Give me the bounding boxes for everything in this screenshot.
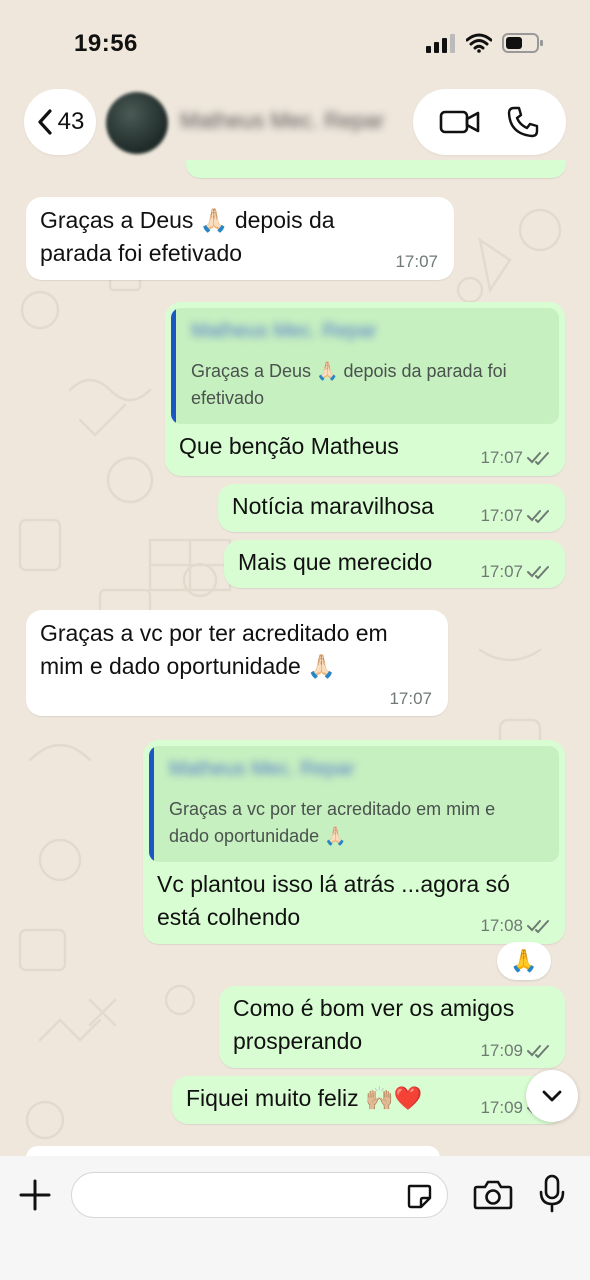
message-text: Mais que merecido [238,549,433,575]
message-text: Como é bom ver os amigos prosperando [233,995,515,1054]
quoted-text: Graças a Deus 🙏🏻 depois da parada foi ef… [191,361,507,408]
message-bubble-outgoing[interactable]: Matheus Mec. Repar Graças a Deus 🙏🏻 depo… [165,302,565,476]
avatar[interactable] [106,92,168,154]
quoted-sender: Matheus Mec. Repar [191,320,377,342]
message-reaction[interactable]: 🙏 [497,942,551,980]
quoted-message[interactable]: Matheus Mec. Repar Graças a Deus 🙏🏻 depo… [171,308,559,424]
message-text: Que benção Matheus [179,433,399,459]
status-icons [426,32,544,54]
message-time: 17:07 [480,506,551,526]
message-time: 17:08 [480,916,551,936]
message-bubble-outgoing[interactable]: Notícia maravilhosa 17:07 [218,484,565,532]
message-bubble-incoming[interactable]: Graças a Deus 🙏🏻 depois da parada foi ef… [26,197,454,280]
message-time: 17:07 [395,252,438,271]
battery-icon [502,33,543,53]
message-bubble-incoming[interactable]: Graças a vc por ter acreditado em mim e … [26,610,448,716]
message-time: 17:09 [480,1041,551,1061]
scroll-to-bottom-button[interactable] [526,1070,578,1122]
contact-name[interactable]: Matheus Mec. Repar [180,108,384,134]
phone-icon[interactable] [506,105,540,139]
unread-count: 43 [57,108,85,135]
composer-bar [0,1156,590,1280]
quoted-sender: Matheus Mec. Repar [169,758,355,780]
camera-icon[interactable] [473,1178,513,1212]
message-time: 17:07 [389,689,432,708]
chevron-down-icon [542,1090,562,1102]
message-text: Notícia maravilhosa [232,493,434,519]
quoted-text: Graças a vc por ter acreditado em mim e … [169,799,496,846]
message-bubble-outgoing[interactable]: Mais que merecido 17:07 [224,540,565,588]
message-bubble-outgoing[interactable]: Fiquei muito feliz 🙌🏼❤️ 17:09 [172,1076,565,1124]
message-text: Graças a Deus 🙏🏻 depois da parada foi ef… [40,207,335,266]
chat-screen: 19:56 43 Matheus Mec. Repar Graças a Deu… [0,0,590,1280]
read-receipt-icon [527,566,549,579]
read-receipt-icon [527,920,549,933]
microphone-icon[interactable] [538,1174,566,1214]
status-time: 19:56 [74,30,138,57]
message-time: 17:07 [480,562,551,582]
read-receipt-icon [527,452,549,465]
message-bubble-outgoing[interactable]: Como é bom ver os amigos prosperando 17:… [219,986,565,1068]
message-text: Vc plantou isso lá atrás ...agora só est… [157,871,510,930]
signal-icon [426,34,455,53]
wifi-icon [466,33,492,53]
chevron-left-icon [38,109,52,135]
quoted-message[interactable]: Matheus Mec. Repar Graças a vc por ter a… [149,746,559,862]
quote-accent-bar [149,746,154,862]
message-bubble-partial [186,160,566,178]
video-call-icon[interactable] [439,107,481,137]
read-receipt-icon [527,510,549,523]
call-actions [413,89,566,155]
message-text: Fiquei muito feliz 🙌🏼❤️ [186,1085,423,1111]
message-bubble-outgoing[interactable]: Matheus Mec. Repar Graças a vc por ter a… [143,740,565,944]
back-button[interactable]: 43 [24,89,96,155]
message-text: Graças a vc por ter acreditado em mim e … [40,620,388,679]
status-bar: 19:56 [0,0,590,80]
message-input[interactable] [71,1172,448,1218]
message-time: 17:07 [480,448,551,468]
sticker-icon[interactable] [405,1182,433,1210]
quote-accent-bar [171,308,176,424]
plus-icon[interactable] [18,1178,52,1212]
read-receipt-icon [527,1045,549,1058]
